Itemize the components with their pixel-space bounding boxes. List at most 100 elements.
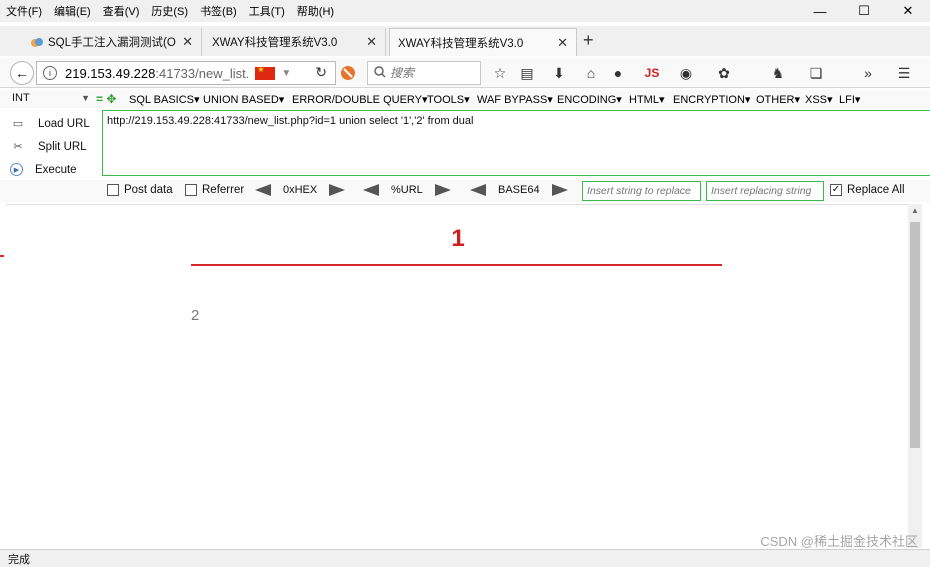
scrollbar-thumb[interactable] [910,222,920,448]
tab-xway-active[interactable]: XWAY科技管理系统V3.0 ✕ [389,28,577,56]
hex-encoder[interactable]: 0xHEX [255,184,346,196]
menu-html[interactable]: HTML▾ [629,90,664,108]
replace-with-input[interactable] [706,181,824,201]
menu-tools[interactable]: TOOLS▾ [427,90,470,108]
status-text: 完成 [8,553,30,566]
status-bar: 完成 [0,549,930,567]
menu-sql-basics[interactable]: SQL BASICS▾ [129,90,200,108]
close-icon[interactable]: ✕ [182,34,193,50]
menu-bookmarks[interactable]: 书签(B) [200,3,237,19]
split-url-button[interactable]: ✂ Split URL [10,135,100,158]
hamburger-menu-icon[interactable]: ☰ [894,63,914,83]
decode-arrow-icon[interactable] [363,184,379,196]
back-arrow-icon[interactable]: ← [10,61,34,85]
base64-encoder[interactable]: BASE64 [470,184,568,196]
address-bar[interactable]: i 219.153.49.228 :41733/new_list. ▼ ↻ [36,61,336,85]
menu-xss[interactable]: XSS▾ [805,90,833,108]
menu-tools[interactable]: 工具(T) [249,3,285,19]
globe-icon[interactable]: ● [608,63,628,83]
replace-all-label: Replace All [847,184,905,196]
search-box[interactable] [367,61,481,85]
menu-other[interactable]: OTHER▾ [756,90,800,108]
tab-label: XWAY科技管理系统V3.0 [212,37,338,49]
referrer-checkbox[interactable]: Referrer [185,184,244,196]
menu-view[interactable]: 查看(V) [103,3,140,19]
encode-arrow-icon[interactable] [329,184,346,196]
disguise-icon[interactable]: ♞ [768,63,788,83]
overflow-chevron-icon[interactable]: » [858,63,878,83]
info-icon[interactable]: i [43,66,57,80]
play-icon: ▶ [10,163,23,176]
menu-union-based[interactable]: UNION BASED▾ [203,90,284,108]
plus-minus-icon[interactable]: = ✥ [96,92,116,106]
minimize-button[interactable]: — [798,0,842,22]
tab-label: XWAY科技管理系统V3.0 [398,37,524,50]
maximize-button[interactable]: ☐ [842,0,886,22]
page-content: 1 2 [6,204,910,548]
menu-waf-bypass[interactable]: WAF BYPASS▾ [477,90,553,108]
menu-help[interactable]: 帮助(H) [297,3,334,19]
hackbar-options-row: Post data Referrer 0xHEX %URL BASE64 ✓ R… [0,180,930,202]
url-encoder[interactable]: %URL [363,184,451,196]
injection-type-select[interactable]: INT ▼ [12,90,90,106]
close-icon[interactable]: ✕ [366,34,377,50]
decode-arrow-icon[interactable] [255,184,271,196]
left-edge-mark [0,255,4,257]
execute-button[interactable]: ▶ Execute [10,158,100,181]
chevron-down-icon: ▼ [81,93,90,103]
replace-find-input[interactable] [582,181,701,201]
new-tab-plus-icon[interactable]: + [583,30,594,51]
load-url-button[interactable]: ▭ Load URL [10,112,100,135]
close-window-button[interactable]: ✕ [886,0,930,22]
menu-lfi[interactable]: LFI▾ [839,90,860,108]
post-data-checkbox[interactable]: Post data [107,184,173,196]
load-url-icon: ▭ [12,118,24,130]
base64-label: BASE64 [498,184,540,196]
menu-history[interactable]: 历史(S) [151,3,188,19]
clipboard-icon[interactable]: ▤ [517,63,537,83]
hex-label: 0xHEX [283,184,318,196]
encode-arrow-icon[interactable] [551,184,568,196]
hackbar-menu-row: INT ▼ = ✥ SQL BASICS▾ UNION BASED▾ ERROR… [0,90,930,108]
hackbar-url-field[interactable]: http://219.153.49.228:41733/new_list.php… [102,110,930,176]
download-icon[interactable]: ⬇ [549,63,569,83]
vertical-scrollbar[interactable]: ▲ [908,204,922,548]
extension-icon[interactable]: ❏ [806,63,826,83]
decode-arrow-icon[interactable] [470,184,486,196]
china-flag-icon [255,65,276,80]
window-controls: — ☐ ✕ [798,0,930,22]
checkbox-checked: ✓ [830,184,842,196]
search-icon [374,65,386,81]
post-data-label: Post data [124,184,173,196]
close-icon[interactable]: ✕ [557,35,568,51]
menu-file[interactable]: 文件(F) [6,3,42,19]
checkbox-box [185,184,197,196]
encode-arrow-icon[interactable] [434,184,451,196]
home-icon[interactable]: ⌂ [581,63,601,83]
menu-edit[interactable]: 编辑(E) [54,3,91,19]
menu-error-double-query[interactable]: ERROR/DOUBLE QUERY▾ [292,90,428,108]
search-input[interactable] [390,66,470,80]
reload-icon[interactable]: ↻ [315,64,327,81]
result-value: 2 [191,307,200,324]
tab-xway-1[interactable]: XWAY科技管理系统V3.0 ✕ [204,28,386,56]
checkbox-box [107,184,119,196]
replace-all-checkbox[interactable]: ✓ Replace All [830,184,905,196]
menu-encryption[interactable]: ENCRYPTION▾ [673,90,750,108]
split-url-label: Split URL [38,140,87,153]
bookmark-star-icon[interactable]: ☆ [490,63,510,83]
js-toggle-icon[interactable]: JS [642,63,662,83]
palette-icon[interactable]: ✿ [714,63,734,83]
injection-type-value: INT [12,92,30,104]
menu-bar: 文件(F) 编辑(E) 查看(V) 历史(S) 书签(B) 工具(T) 帮助(H… [0,0,930,22]
chrome-icon[interactable]: ◉ [676,63,696,83]
url-path: :41733/new_list. [155,65,250,81]
hackbar-actions: ▭ Load URL ✂ Split URL ▶ Execute [10,112,100,181]
cloud-icon [30,35,44,49]
scroll-up-icon[interactable]: ▲ [911,206,919,215]
menu-encoding[interactable]: ENCODING▾ [557,90,622,108]
chevron-down-icon[interactable]: ▼ [281,68,291,79]
noscript-icon[interactable] [338,63,358,83]
tab-sql-injection[interactable]: SQL手工注入漏洞测试(Or... ✕ [22,28,202,56]
url-encode-label: %URL [391,184,423,196]
